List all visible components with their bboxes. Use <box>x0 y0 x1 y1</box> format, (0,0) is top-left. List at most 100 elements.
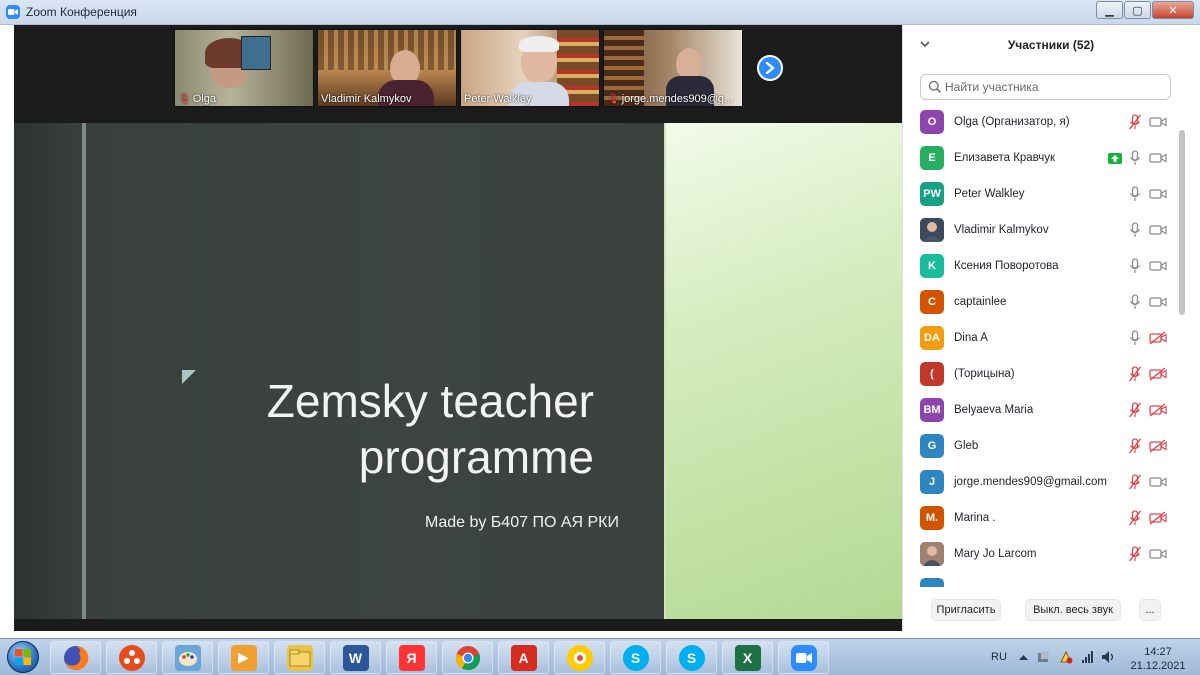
system-tray: RU 14:27 21.12.2021 <box>985 641 1200 674</box>
taskbar-app-button[interactable] <box>442 641 493 674</box>
participant-search-input[interactable]: Найти участника <box>920 74 1171 100</box>
video-thumbnail-strip: 🎙 Olga Vladimir Kalmykov Peter Walkley 🎙 j… <box>14 25 902 111</box>
participant-row[interactable]: ( (Торицына) <box>903 356 1175 392</box>
window-title: Zoom Конференция <box>26 5 137 19</box>
participant-row[interactable]: K Ксения Поворотова <box>903 248 1175 284</box>
avatar: PW <box>920 182 944 206</box>
close-button[interactable]: ✕ <box>1152 1 1194 19</box>
participant-name: Marina . <box>954 512 996 524</box>
video-icon <box>1149 223 1167 237</box>
participant-name: Olga (Организатор, я) <box>954 116 1070 128</box>
volume-icon[interactable] <box>1101 650 1115 664</box>
participant-row[interactable]: Mary Jo Larcom <box>903 536 1175 572</box>
participant-row[interactable]: E Елизавета Кравчук <box>903 140 1175 176</box>
network-icon[interactable] <box>1081 650 1095 664</box>
taskbar-app-button[interactable] <box>162 641 213 674</box>
invite-button[interactable]: Пригласить <box>931 599 1001 621</box>
show-hidden-icons-icon[interactable] <box>1019 654 1028 661</box>
participant-row[interactable]: Ccaptainlee <box>903 284 1175 320</box>
participant-name: Елизавета Кравчук <box>954 152 1056 164</box>
participant-row[interactable] <box>903 572 1175 587</box>
search-placeholder: Найти участника <box>945 80 1039 94</box>
scroll-thumb[interactable] <box>1179 130 1185 315</box>
maximize-button[interactable]: ▢ <box>1124 1 1151 19</box>
avatar: ( <box>920 362 944 386</box>
participant-row[interactable]: O Olga (Организатор, я) <box>903 104 1175 140</box>
chrome-icon <box>455 645 481 671</box>
participant-row[interactable]: Jjorge.mendes909@gmail.com <box>903 464 1175 500</box>
firefox-icon <box>63 645 89 671</box>
taskbar-app-button[interactable]: W <box>330 641 381 674</box>
taskbar-app-button[interactable] <box>106 641 157 674</box>
mic-icon <box>1128 330 1142 346</box>
taskbar-app-button[interactable] <box>778 641 829 674</box>
participant-name: Vladimir Kalmykov <box>954 224 1049 236</box>
video-off-icon <box>1149 439 1167 453</box>
action-center-icon[interactable] <box>1059 650 1073 664</box>
slide-background <box>14 123 666 619</box>
skype-icon: S <box>622 644 649 671</box>
participant-row[interactable]: G Gleb <box>903 428 1175 464</box>
thumbnail-name: Vladimir Kalmykov <box>321 93 412 105</box>
more-options-button[interactable]: ... <box>1139 599 1161 621</box>
taskbar-app-button[interactable]: A <box>498 641 549 674</box>
clock[interactable]: 14:27 21.12.2021 <box>1128 645 1188 673</box>
search-icon <box>928 80 942 94</box>
taskbar-app-button[interactable]: S <box>610 641 661 674</box>
start-button[interactable] <box>2 640 44 674</box>
taskbar-app-button[interactable]: X <box>722 641 773 674</box>
avatar: M. <box>920 506 944 530</box>
next-page-button[interactable] <box>757 55 783 81</box>
slide-accent-stripe <box>82 123 86 619</box>
participant-name: Dina A <box>954 332 988 344</box>
video-thumbnail[interactable]: Vladimir Kalmykov <box>317 29 457 107</box>
mute-all-button[interactable]: Выкл. весь звук <box>1025 599 1121 621</box>
shared-screen-slide: Zemsky teacher programme Made by Б407 ПО… <box>14 123 902 619</box>
video-off-icon <box>1149 367 1167 381</box>
participant-row[interactable]: PW Peter Walkley <box>903 176 1175 212</box>
tray-app-icon[interactable] <box>1037 650 1051 664</box>
slide-subtitle: Made by Б407 ПО АЯ РКИ <box>424 514 619 531</box>
mic-icon <box>1128 186 1142 202</box>
windows-logo-icon <box>7 641 39 673</box>
video-icon <box>1149 151 1167 165</box>
video-icon: ▶ <box>230 644 257 671</box>
participant-row[interactable]: DA Dina A <box>903 320 1175 356</box>
video-thumbnail[interactable]: Peter Walkley <box>460 29 600 107</box>
avatar <box>920 542 944 566</box>
participant-row[interactable]: Vladimir Kalmykov <box>903 212 1175 248</box>
thumbnail-name: Peter Walkley <box>464 93 532 105</box>
yandex-browser-icon <box>566 644 593 671</box>
slide-title-line: programme <box>358 431 594 483</box>
taskbar-app-button[interactable]: S <box>666 641 717 674</box>
participant-row[interactable]: BM Belyaeva Maria <box>903 392 1175 428</box>
video-off-icon <box>1149 511 1167 525</box>
taskbar-app-button[interactable] <box>554 641 605 674</box>
zoom-icon <box>790 644 817 671</box>
avatar: K <box>920 254 944 278</box>
participant-name: Mary Jo Larcom <box>954 548 1037 560</box>
video-icon <box>1149 475 1167 489</box>
chevron-down-icon[interactable] <box>919 38 931 50</box>
participant-list-scrollbar[interactable] <box>1177 104 1187 587</box>
language-indicator[interactable]: RU <box>991 651 1007 663</box>
muted-mic-icon <box>1128 510 1142 526</box>
taskbar-app-button[interactable]: ▶ <box>218 641 269 674</box>
muted-mic-icon <box>1128 438 1142 454</box>
mic-icon <box>1128 258 1142 274</box>
windows-taskbar: ▶ W Я A S S X RU 14:27 21.12.2021 <box>0 638 1200 675</box>
video-icon <box>1149 547 1167 561</box>
slide-title-line: Zemsky teacher <box>266 375 594 427</box>
acrobat-icon: A <box>510 644 537 671</box>
minimize-button[interactable]: ▁ <box>1096 1 1123 19</box>
taskbar-app-button[interactable] <box>274 641 325 674</box>
avatar: J <box>920 470 944 494</box>
taskbar-app-button[interactable]: Я <box>386 641 437 674</box>
video-thumbnail[interactable]: 🎙 jorge.mendes909@g... <box>603 29 743 107</box>
taskbar-app-button[interactable] <box>50 641 101 674</box>
video-thumbnail[interactable]: 🎙 Olga <box>174 29 314 107</box>
avatar <box>920 218 944 242</box>
participant-name: captainlee <box>954 296 1007 308</box>
avatar: C <box>920 290 944 314</box>
participant-row[interactable]: M. Marina . <box>903 500 1175 536</box>
